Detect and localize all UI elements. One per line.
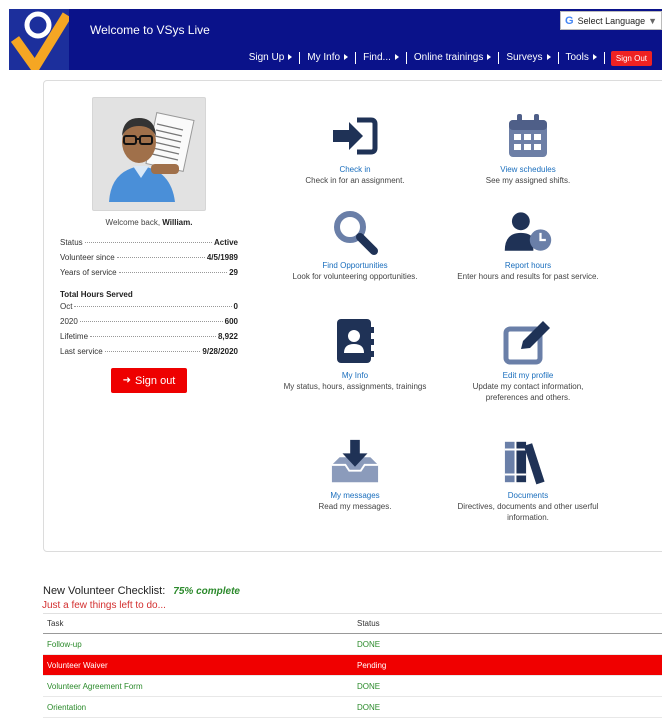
- tile-my-messages[interactable]: My messages Read my messages.: [280, 437, 430, 512]
- stat-row: Years of service 29: [60, 268, 238, 277]
- header-sign-out-button[interactable]: Sign Out: [610, 50, 652, 66]
- sign-out-icon: ➜: [122, 375, 131, 386]
- checklist-percent: 75% complete: [173, 586, 240, 597]
- tile-view-schedules[interactable]: View schedules See my assigned shifts.: [453, 111, 603, 186]
- books-icon: [503, 437, 553, 487]
- sign-out-button[interactable]: ➜ Sign out: [111, 368, 187, 393]
- column-header-task: Task: [47, 619, 64, 628]
- hours-row: Lifetime 8,922: [60, 332, 238, 341]
- nav-tools[interactable]: Tools: [559, 52, 605, 64]
- edit-icon: [503, 317, 553, 367]
- welcome-message: Welcome back, William.: [105, 218, 193, 227]
- main-nav: Sign Up My Info Find... Online trainings…: [242, 49, 652, 67]
- site-title: Welcome to VSys Live: [90, 23, 210, 37]
- checklist-table: Task Status Follow-up DONE Volunteer Wai…: [43, 613, 662, 718]
- contact-book-icon: [330, 317, 380, 367]
- nav-my-info[interactable]: My Info: [300, 52, 357, 64]
- nav-find[interactable]: Find...: [356, 52, 407, 64]
- table-row[interactable]: Orientation DONE: [43, 697, 662, 718]
- column-header-status: Status: [357, 619, 380, 628]
- nav-online-trainings[interactable]: Online trainings: [407, 52, 500, 64]
- app-header: Welcome to VSys Live G Select Language ▼…: [9, 9, 662, 72]
- tile-edit-profile[interactable]: Edit my profile Update my contact inform…: [453, 317, 603, 403]
- avatar: [92, 97, 206, 211]
- table-header: Task Status: [43, 613, 662, 634]
- chevron-down-icon: ▼: [648, 15, 657, 26]
- language-select[interactable]: G Select Language ▼: [560, 11, 662, 30]
- hours-row: 2020 600: [60, 317, 238, 326]
- tile-report-hours[interactable]: Report hours Enter hours and results for…: [453, 207, 603, 282]
- dashboard-panel: Welcome back, William. Status Active Volu…: [43, 80, 662, 552]
- caret-right-icon: [344, 54, 349, 61]
- tile-find-opportunities[interactable]: Find Opportunities Look for volunteering…: [280, 207, 430, 282]
- caret-right-icon: [592, 54, 597, 61]
- hours-row: Oct 0: [60, 302, 238, 311]
- nav-sign-up[interactable]: Sign Up: [242, 52, 301, 64]
- tile-documents[interactable]: Documents Directives, documents and othe…: [453, 437, 603, 523]
- tile-check-in[interactable]: Check in Check in for an assignment.: [280, 111, 430, 186]
- tile-my-info[interactable]: My Info My status, hours, assignments, t…: [280, 317, 430, 392]
- sign-in-icon: [330, 111, 380, 161]
- language-select-label: Select Language: [577, 15, 646, 26]
- google-icon: G: [565, 14, 574, 27]
- stat-row: Status Active: [60, 238, 238, 247]
- caret-right-icon: [546, 54, 551, 61]
- vsys-logo[interactable]: [9, 9, 72, 72]
- volunteer-stats: Status Active Volunteer since 4/5/1989 Yea…: [60, 238, 238, 362]
- hours-row: Last service 9/28/2020: [60, 347, 238, 356]
- table-row[interactable]: Volunteer Agreement Form DONE: [43, 676, 662, 697]
- calendar-icon: [503, 111, 553, 161]
- user-clock-icon: [503, 207, 553, 257]
- table-row[interactable]: Follow-up DONE: [43, 634, 662, 655]
- inbox-download-icon: [330, 437, 380, 487]
- checklist-subtitle: Just a few things left to do...: [42, 600, 166, 611]
- nav-surveys[interactable]: Surveys: [499, 52, 559, 64]
- caret-right-icon: [394, 54, 399, 61]
- search-icon: [330, 207, 380, 257]
- hours-heading: Total Hours Served: [60, 290, 133, 299]
- caret-right-icon: [288, 54, 293, 61]
- checklist-title: New Volunteer Checklist: 75% complete: [43, 585, 240, 597]
- caret-right-icon: [487, 54, 492, 61]
- stat-row: Volunteer since 4/5/1989: [60, 253, 238, 262]
- user-name: William.: [162, 218, 193, 227]
- table-row[interactable]: Volunteer Waiver Pending: [43, 655, 662, 676]
